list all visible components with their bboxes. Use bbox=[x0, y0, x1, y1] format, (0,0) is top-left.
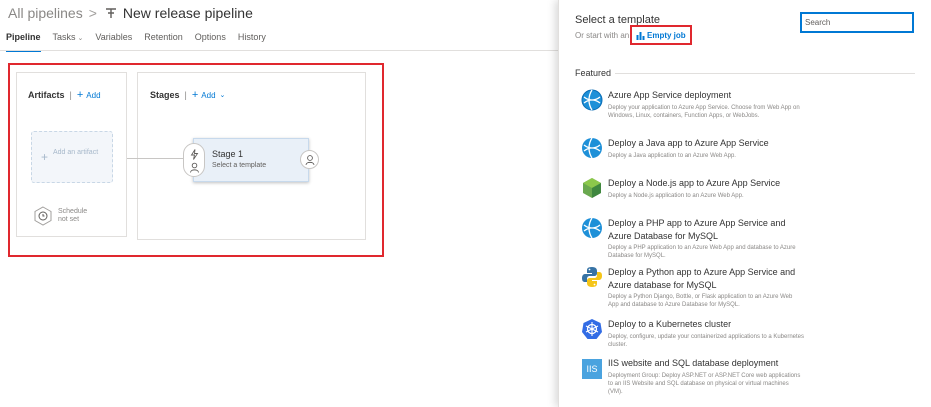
tab-history[interactable]: History bbox=[238, 32, 266, 48]
template-item[interactable]: Deploy a Java app to Azure App Service D… bbox=[579, 137, 804, 167]
tab-options[interactable]: Options bbox=[195, 32, 226, 48]
template-item[interactable]: Deploy a Node.js app to Azure App Servic… bbox=[579, 177, 804, 207]
template-item[interactable]: Azure App Service deployment Deploy your… bbox=[579, 89, 804, 131]
template-list: Azure App Service deployment Deploy your… bbox=[559, 0, 931, 407]
template-description: Deploy a PHP application to an Azure Web… bbox=[608, 245, 796, 259]
template-item[interactable]: Deploy a PHP app to Azure App Service an… bbox=[579, 217, 804, 263]
breadcrumb: All pipelines > New release pipeline bbox=[8, 4, 253, 22]
tab-pipeline[interactable]: Pipeline bbox=[6, 32, 41, 52]
tabs-divider bbox=[0, 50, 560, 51]
template-description: Deploy a Node.js application to an Azure… bbox=[608, 193, 744, 199]
template-item[interactable]: Deploy to a Kubernetes cluster Deploy, c… bbox=[579, 318, 804, 356]
pipeline-title[interactable]: New release pipeline bbox=[123, 5, 253, 21]
template-description: Deploy a Python Django, Bottle, or Flask… bbox=[608, 294, 793, 308]
tab-tasks-label: Tasks bbox=[52, 32, 76, 42]
template-title: IIS website and SQL database deployment bbox=[608, 358, 779, 368]
template-description: Deployment Group: Deploy ASP.NET or ASP.… bbox=[608, 373, 801, 395]
breadcrumb-all-pipelines[interactable]: All pipelines bbox=[8, 5, 83, 21]
iis-icon: IIS bbox=[582, 359, 602, 379]
pipeline-editor: All pipelines > New release pipeline Pip… bbox=[0, 0, 560, 407]
tab-variables[interactable]: Variables bbox=[95, 32, 132, 48]
python-icon bbox=[582, 267, 602, 287]
template-item[interactable]: Deploy a Python app to Azure App Service… bbox=[579, 266, 804, 314]
template-title: Deploy a Node.js app to Azure App Servic… bbox=[608, 178, 781, 188]
template-panel: Select a template Or start with an Empty… bbox=[558, 0, 931, 407]
template-item[interactable]: IIS IIS website and SQL database deploym… bbox=[579, 357, 804, 405]
azure-app-service-icon bbox=[582, 137, 602, 159]
template-title: Deploy to a Kubernetes cluster bbox=[608, 319, 732, 329]
chevron-down-icon: ⌄ bbox=[77, 35, 84, 42]
breadcrumb-separator: > bbox=[88, 5, 97, 21]
pipeline-icon bbox=[105, 8, 116, 18]
template-description: Deploy, configure, update your container… bbox=[608, 334, 805, 348]
template-title: Deploy a Python app to Azure App Service… bbox=[608, 267, 796, 290]
template-description: Deploy a Java application to an Azure We… bbox=[608, 153, 736, 159]
kubernetes-icon bbox=[582, 319, 602, 339]
tab-bar: Pipeline Tasks ⌄ Variables Retention Opti… bbox=[6, 32, 278, 52]
template-title: Azure App Service deployment bbox=[608, 90, 732, 100]
tab-retention[interactable]: Retention bbox=[144, 32, 183, 48]
callout-highlight bbox=[8, 63, 384, 257]
azure-app-service-icon bbox=[582, 217, 602, 239]
tab-tasks[interactable]: Tasks ⌄ bbox=[53, 32, 84, 48]
template-description: Deploy your application to Azure App Ser… bbox=[608, 105, 800, 119]
template-title: Deploy a Java app to Azure App Service bbox=[608, 138, 769, 148]
template-title: Deploy a PHP app to Azure App Service an… bbox=[608, 218, 786, 241]
azure-app-service-icon bbox=[581, 89, 603, 111]
nodejs-icon bbox=[583, 178, 601, 198]
iis-icon-label: IIS bbox=[586, 364, 598, 374]
